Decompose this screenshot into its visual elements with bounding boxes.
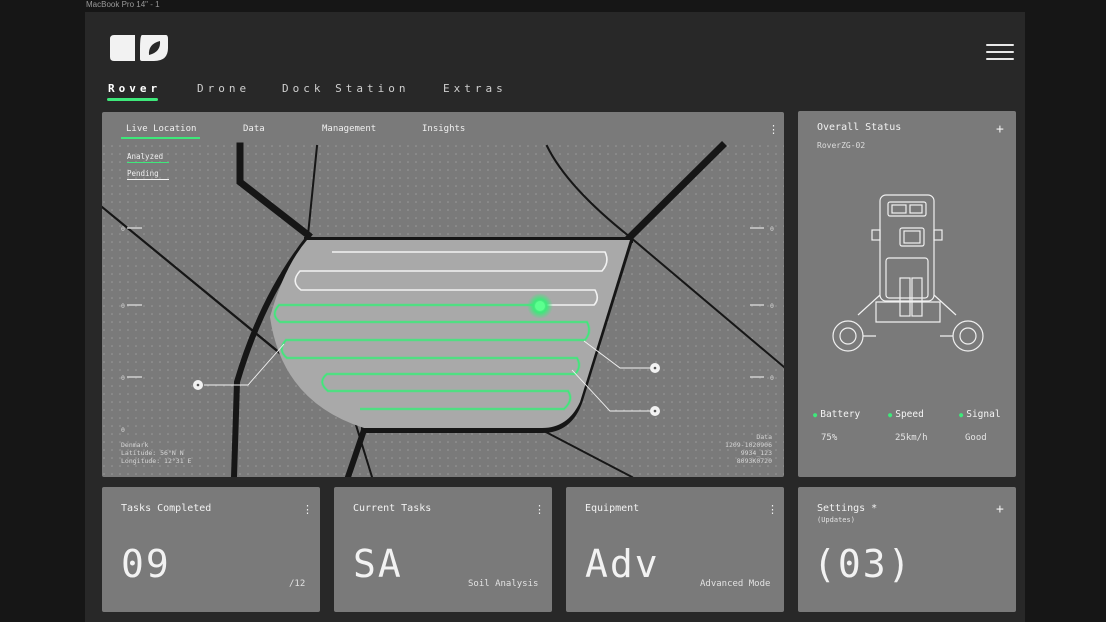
metric-speed-label: ● Speed — [888, 409, 924, 420]
legend-analyzed[interactable]: Analyzed — [127, 152, 163, 161]
live-location-panel — [102, 112, 784, 477]
active-tab-indicator — [107, 98, 158, 101]
hamburger-menu-icon[interactable] — [986, 44, 1014, 64]
location-country: Denmark — [121, 441, 149, 449]
axis-left-label: 0 — [121, 302, 125, 310]
tab-extras[interactable]: Extras — [443, 82, 507, 95]
axis-right-label: 0 — [770, 374, 774, 382]
tasks-completed-total: /12 — [289, 579, 306, 589]
metric-signal-label: ● Signal — [959, 409, 1001, 420]
status-add-icon[interactable]: + — [996, 123, 1004, 136]
metric-battery-value: 75% — [821, 433, 838, 443]
map-more-icon[interactable]: ⋮ — [768, 124, 779, 135]
axis-left-label: 0 — [121, 374, 125, 382]
data-line: 8093K0720 — [736, 457, 772, 465]
field-map[interactable] — [102, 112, 784, 477]
equipment-value: Adv — [585, 542, 660, 586]
settings-value: (03) — [813, 542, 913, 586]
tab-drone[interactable]: Drone — [197, 82, 250, 95]
equipment-mode: Advanced Mode — [700, 579, 771, 589]
waypoint-marker[interactable] — [650, 363, 660, 373]
axis-left-label: 0 — [121, 426, 125, 434]
axis-left-label: 0 — [121, 225, 125, 233]
metric-signal-value: Good — [965, 433, 987, 443]
equipment-title: Equipment — [585, 503, 640, 514]
axis-right-label: 0 — [770, 302, 774, 310]
tasks-completed-more-icon[interactable]: ⋮ — [302, 504, 313, 515]
tab-rover[interactable]: Rover — [108, 82, 161, 95]
tab-data[interactable]: Data — [243, 124, 265, 134]
tab-management[interactable]: Management — [322, 124, 376, 134]
data-readout: Data 1209-1020906 9934_123 8093K0720 — [725, 433, 772, 465]
location-readout: Denmark Latitude: 56°N N Longitude: 12°3… — [121, 441, 191, 465]
status-title: Overall Status — [817, 122, 902, 133]
settings-title: Settings * — [817, 503, 878, 514]
legend-pending-line — [127, 179, 169, 180]
brand-logo — [110, 35, 168, 61]
waypoint-marker[interactable] — [650, 406, 660, 416]
settings-add-icon[interactable]: + — [996, 503, 1004, 516]
equipment-more-icon[interactable]: ⋮ — [767, 504, 778, 515]
tab-insights[interactable]: Insights — [422, 124, 465, 134]
axis-right-label: 0 — [770, 225, 774, 233]
current-tasks-title: Current Tasks — [353, 503, 432, 514]
data-line: 9934_123 — [740, 449, 772, 457]
settings-note: (Updates) — [817, 516, 855, 524]
current-tasks-value: SA — [353, 542, 403, 586]
tasks-completed-value: 09 — [121, 542, 171, 586]
tasks-completed-title: Tasks Completed — [121, 503, 212, 514]
current-tasks-description: Soil Analysis — [468, 579, 539, 589]
tab-live-location[interactable]: Live Location — [126, 124, 196, 134]
waypoint-marker[interactable] — [193, 380, 203, 390]
frame-label: MacBook Pro 14" - 1 — [86, 0, 160, 9]
current-tasks-more-icon[interactable]: ⋮ — [534, 504, 545, 515]
device-name: RoverZG-02 — [817, 141, 866, 150]
data-label: Data — [756, 433, 772, 441]
location-longitude: Longitude: 12°31 E — [121, 457, 192, 465]
legend-pending[interactable]: Pending — [127, 169, 159, 178]
location-latitude: Latitude: 56°N N — [121, 449, 184, 457]
tab-dock-station[interactable]: Dock Station — [282, 82, 409, 95]
rover-diagram — [832, 194, 984, 352]
legend-analyzed-line — [127, 162, 169, 163]
subtab-indicator — [121, 137, 200, 139]
data-line: 1209-1020906 — [725, 441, 772, 449]
metric-battery-label: ● Battery — [813, 409, 861, 420]
metric-speed-value: 25km/h — [895, 433, 928, 443]
